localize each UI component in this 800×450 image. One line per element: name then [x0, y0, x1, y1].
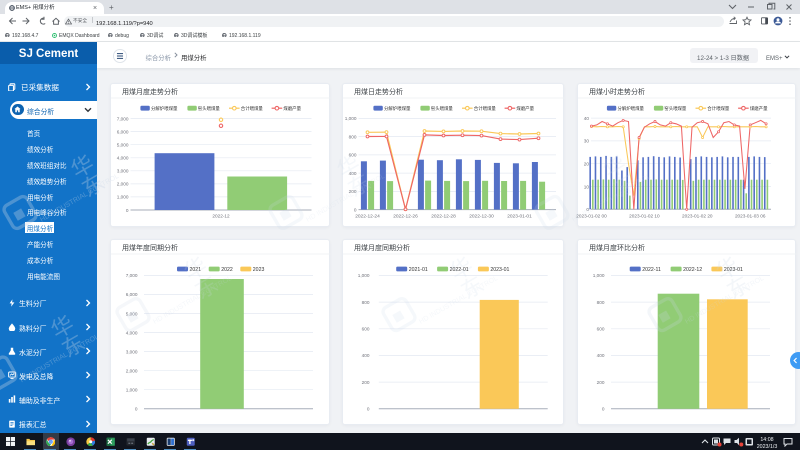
svg-text:用煤月度走势分析: 用煤月度走势分析: [122, 87, 178, 97]
svg-text:2023-01: 2023-01: [490, 266, 509, 273]
svg-text:2022-12: 2022-12: [212, 214, 230, 220]
svg-text:800: 800: [597, 300, 605, 306]
svg-text:2021-01: 2021-01: [409, 266, 428, 273]
svg-text:6,000: 6,000: [126, 292, 138, 298]
svg-text:1,000: 1,000: [593, 273, 605, 279]
svg-text:2,000: 2,000: [126, 369, 138, 375]
svg-text:40: 40: [584, 116, 590, 122]
svg-text:800: 800: [349, 134, 357, 140]
svg-text:1,000: 1,000: [345, 116, 357, 122]
svg-text:0: 0: [135, 407, 138, 413]
svg-text:分解炉喂煤量: 分解炉喂煤量: [384, 105, 411, 112]
svg-text:用煤月度同期分析: 用煤月度同期分析: [354, 243, 410, 253]
svg-text:20: 20: [584, 162, 590, 168]
svg-text:600: 600: [362, 327, 370, 333]
svg-text:4,000: 4,000: [117, 156, 129, 162]
svg-text:5,000: 5,000: [117, 143, 129, 149]
svg-text:煤磨产量: 煤磨产量: [283, 105, 301, 112]
svg-text:2022-12: 2022-12: [683, 266, 702, 273]
svg-text:400: 400: [597, 353, 605, 359]
svg-text:2021: 2021: [190, 266, 202, 273]
svg-text:10: 10: [584, 184, 590, 190]
svg-text:2023-01-03 06: 2023-01-03 06: [735, 214, 766, 220]
svg-text:3,000: 3,000: [126, 349, 138, 355]
svg-text:30: 30: [584, 139, 590, 145]
svg-text:窑头喂煤量: 窑头喂煤量: [431, 105, 454, 112]
svg-text:2023-01-02 00: 2023-01-02 00: [576, 214, 607, 220]
svg-text:1,000: 1,000: [117, 195, 129, 201]
svg-text:2022-12-24: 2022-12-24: [355, 213, 380, 220]
svg-text:2023-01: 2023-01: [724, 266, 743, 273]
svg-text:用煤月度环比分析: 用煤月度环比分析: [589, 243, 645, 253]
svg-text:2023-01-02 10: 2023-01-02 10: [629, 214, 660, 220]
svg-text:2,000: 2,000: [117, 182, 129, 188]
svg-text:2022-12-30: 2022-12-30: [469, 213, 494, 220]
svg-text:7,000: 7,000: [117, 116, 129, 122]
svg-text:合计喂煤量: 合计喂煤量: [707, 105, 730, 112]
svg-text:200: 200: [597, 380, 605, 386]
svg-text:0: 0: [126, 208, 129, 214]
svg-text:0: 0: [367, 407, 370, 413]
svg-text:0: 0: [586, 207, 589, 213]
svg-text:1,000: 1,000: [126, 388, 138, 394]
svg-text:7,000: 7,000: [126, 273, 138, 279]
svg-text:600: 600: [349, 153, 357, 159]
svg-text:3,000: 3,000: [117, 169, 129, 175]
svg-text:煤磨产量: 煤磨产量: [750, 105, 768, 112]
svg-text:200: 200: [349, 189, 357, 195]
svg-text:用煤年度同期分析: 用煤年度同期分析: [122, 243, 178, 253]
svg-text:分解炉喂煤量: 分解炉喂煤量: [151, 105, 178, 112]
svg-text:用煤小时走势分析: 用煤小时走势分析: [589, 87, 645, 97]
svg-text:2022-11: 2022-11: [642, 266, 661, 273]
svg-text:窑头喂煤量: 窑头喂煤量: [664, 105, 687, 112]
svg-text:合计喂煤量: 合计喂煤量: [474, 105, 497, 112]
svg-text:分解炉喂煤量: 分解炉喂煤量: [618, 105, 645, 112]
svg-text:2023-01-02 20: 2023-01-02 20: [682, 214, 713, 220]
svg-text:400: 400: [362, 353, 370, 359]
svg-text:窑头喂煤量: 窑头喂煤量: [198, 105, 221, 112]
svg-text:用煤日走势分析: 用煤日走势分析: [354, 87, 403, 97]
svg-text:2023: 2023: [253, 266, 265, 273]
svg-text:600: 600: [597, 327, 605, 333]
svg-text:煤磨产量: 煤磨产量: [516, 105, 534, 112]
svg-text:400: 400: [349, 171, 357, 177]
svg-text:2022-01: 2022-01: [450, 266, 469, 273]
svg-text:2022-12-28: 2022-12-28: [431, 213, 456, 220]
svg-text:合计喂煤量: 合计喂煤量: [241, 105, 264, 112]
svg-text:2023-01-01: 2023-01-01: [507, 213, 532, 220]
svg-text:2022: 2022: [221, 266, 233, 273]
svg-text:5,000: 5,000: [126, 311, 138, 317]
svg-text:1,000: 1,000: [358, 273, 370, 279]
svg-text:6,000: 6,000: [117, 129, 129, 135]
svg-text:4,000: 4,000: [126, 330, 138, 336]
svg-text:800: 800: [362, 300, 370, 306]
svg-text:2022-12-26: 2022-12-26: [393, 213, 418, 220]
svg-text:200: 200: [362, 380, 370, 386]
svg-text:0: 0: [602, 407, 605, 413]
